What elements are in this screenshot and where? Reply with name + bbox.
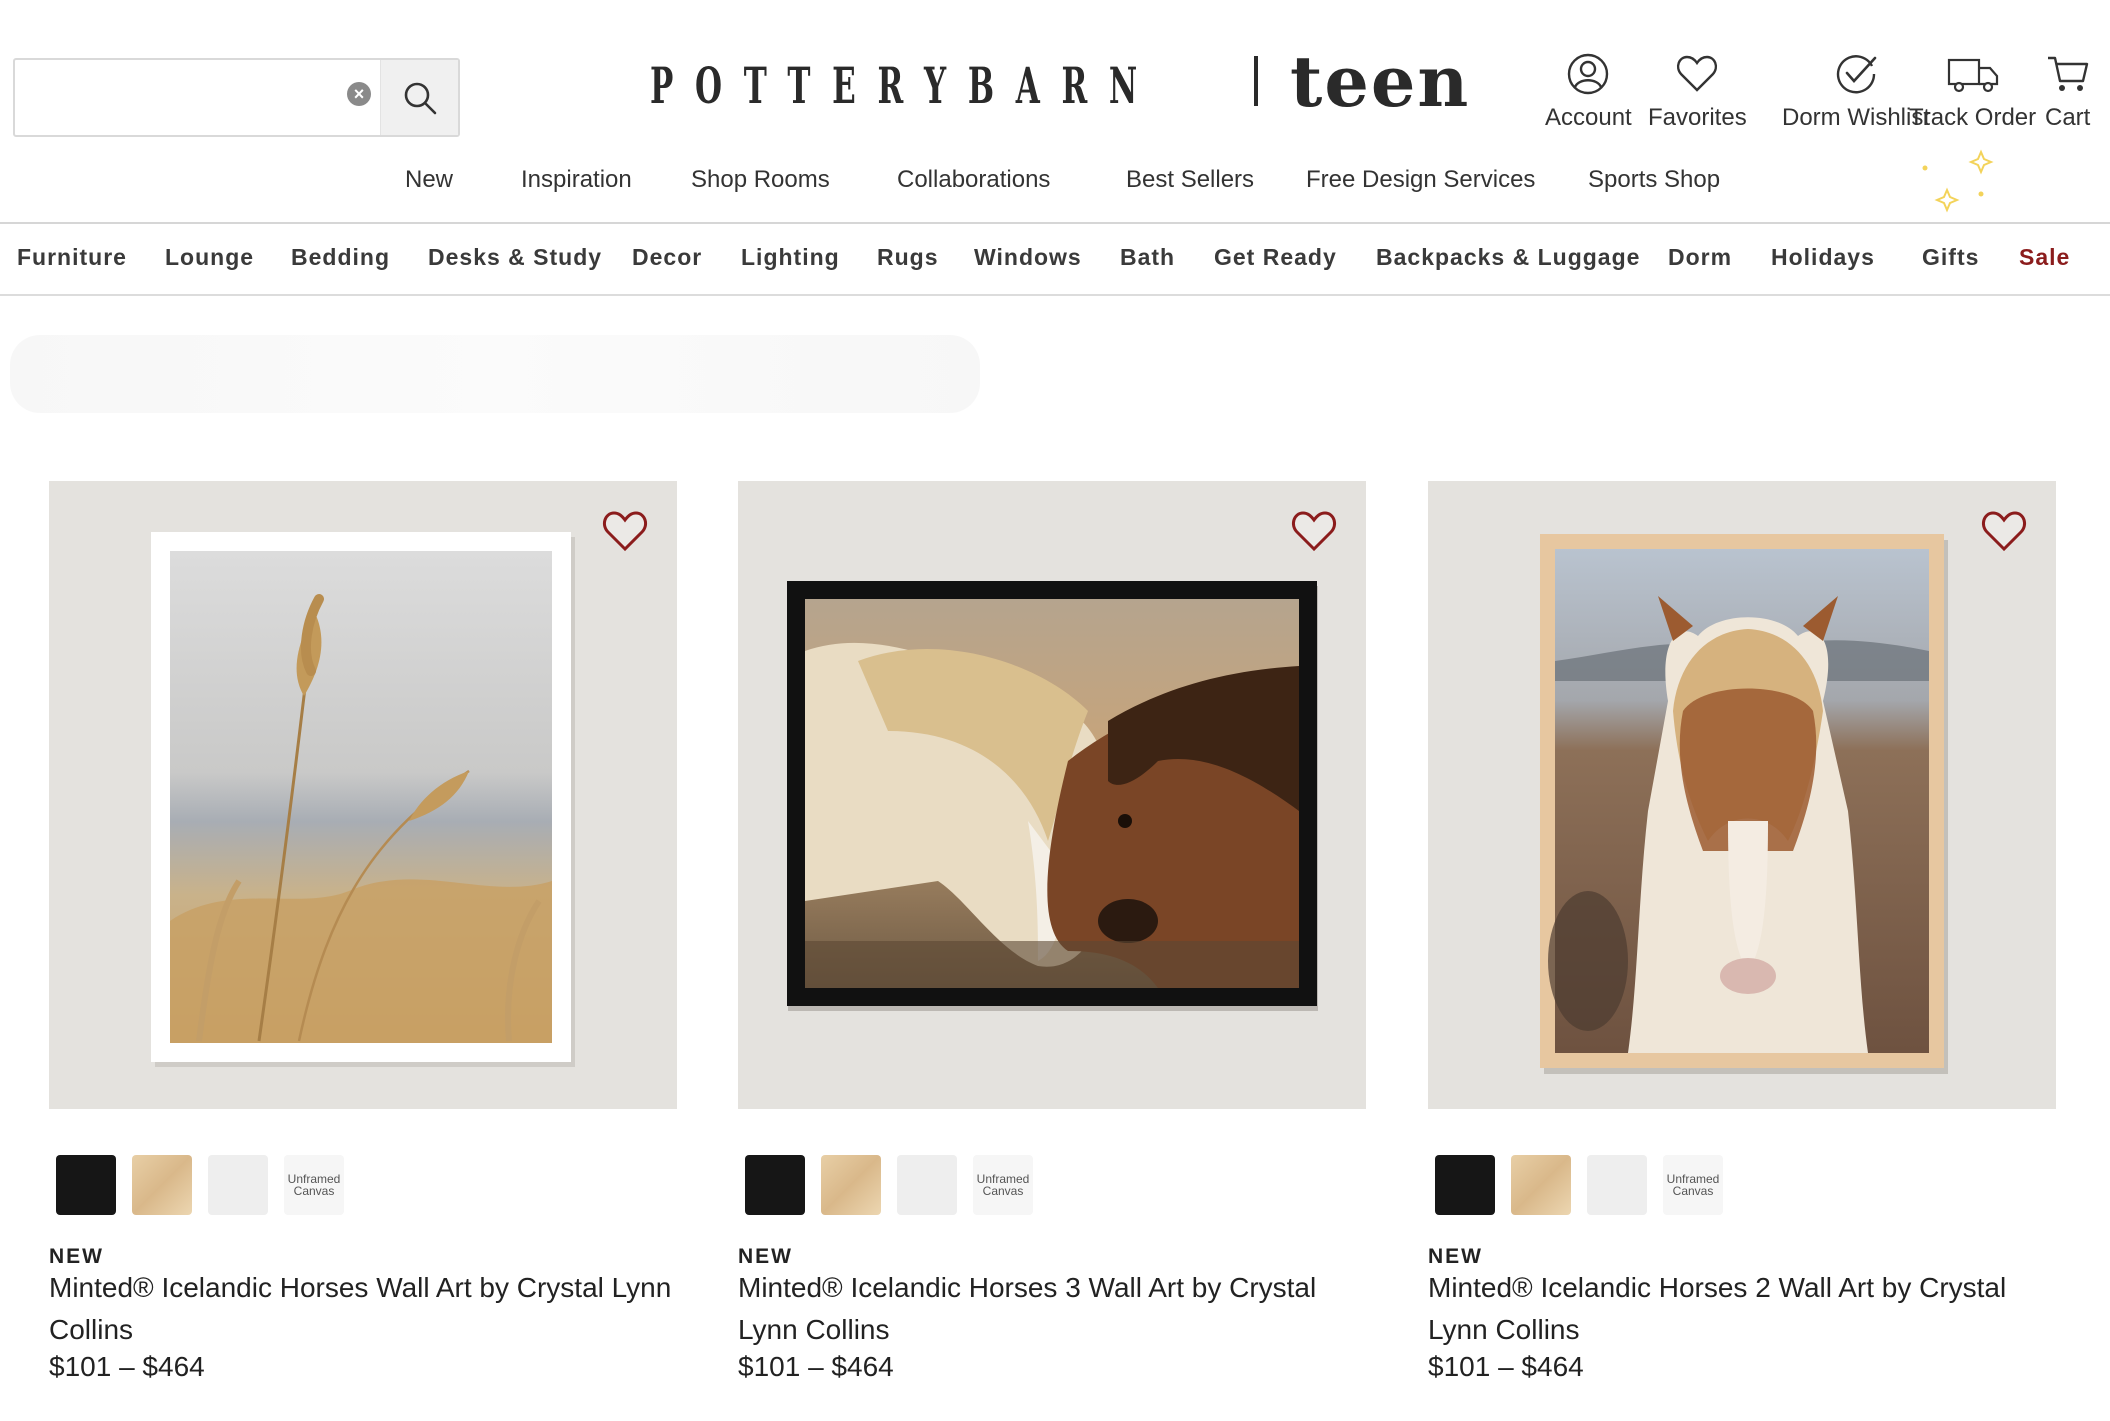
brand-separator [1254,56,1258,106]
swatch-unframed-canvas[interactable]: Unframed Canvas [1663,1155,1723,1215]
favorites-link[interactable]: Favorites [1648,52,1747,132]
new-badge: NEW [49,1245,104,1268]
category-lounge[interactable]: Lounge [165,244,254,271]
heart-icon [1677,55,1718,92]
category-bath[interactable]: Bath [1120,244,1175,271]
product-photo-horse [1540,534,1948,1074]
category-lighting[interactable]: Lighting [741,244,840,271]
dorm-wishlist-label: Dorm Wishlist [1782,104,1930,131]
user-circle-icon [1568,53,1609,95]
swatch-black[interactable] [1435,1155,1495,1215]
product-card[interactable]: Unframed Canvas NEW Minted® Icelandic Ho… [49,481,677,1421]
brand-logo[interactable]: POTTERYBARN teen [650,40,1471,123]
search-bar: × [13,58,460,137]
search-input[interactable] [23,68,343,127]
product-title[interactable]: Minted® Icelandic Horses Wall Art by Cry… [49,1267,689,1351]
color-swatches: Unframed Canvas [1435,1155,1723,1215]
nav-inspiration[interactable]: Inspiration [521,166,632,194]
product-image[interactable] [49,481,677,1109]
search-button[interactable] [380,60,458,135]
search-icon [404,82,436,114]
product-card[interactable]: Unframed Canvas NEW Minted® Icelandic Ho… [738,481,1366,1421]
loading-placeholder [10,335,980,413]
cart-link[interactable]: Cart [2045,52,2090,132]
brand-sub: teen [1290,40,1471,123]
nav-sports-shop[interactable]: Sports Shop [1588,166,1720,194]
swatch-unframed-canvas[interactable]: Unframed Canvas [284,1155,344,1215]
color-swatches: Unframed Canvas [745,1155,1033,1215]
category-holidays[interactable]: Holidays [1771,244,1875,271]
track-order-link[interactable]: Track Order [1909,52,2036,132]
product-title[interactable]: Minted® Icelandic Horses 3 Wall Art by C… [738,1267,1378,1351]
clear-search-icon[interactable]: × [347,82,371,106]
product-image[interactable] [1428,481,2056,1109]
product-photo-two-horses [787,581,1318,1011]
category-sale[interactable]: Sale [2019,244,2070,271]
truck-icon [1947,58,1998,93]
swatch-natural[interactable] [132,1155,192,1215]
product-price: $101 – $464 [1428,1351,1584,1382]
main-nav: New Inspiration Shop Rooms Collaboration… [0,166,2110,202]
new-badge: NEW [738,1245,793,1268]
swatch-white[interactable] [1587,1155,1647,1215]
category-decor[interactable]: Decor [632,244,702,271]
product-photo-grass [151,532,575,1067]
nav-free-design-services[interactable]: Free Design Services [1306,166,1535,194]
nav-collaborations[interactable]: Collaborations [897,166,1050,194]
category-rugs[interactable]: Rugs [877,244,939,271]
account-label: Account [1545,104,1632,131]
cart-icon [2047,56,2088,91]
category-desks-study[interactable]: Desks & Study [428,244,602,271]
swatch-white[interactable] [208,1155,268,1215]
nav-new[interactable]: New [405,166,453,194]
product-price: $101 – $464 [49,1351,205,1382]
category-divider [0,294,2110,296]
dorm-wishlist-link[interactable]: Dorm Wishlist [1782,52,1930,132]
product-price: $101 – $464 [738,1351,894,1382]
swatch-natural[interactable] [1511,1155,1571,1215]
product-image[interactable] [738,481,1366,1109]
new-badge: NEW [1428,1245,1483,1268]
category-furniture[interactable]: Furniture [17,244,127,271]
favorites-label: Favorites [1648,104,1747,131]
category-get-ready[interactable]: Get Ready [1214,244,1337,271]
swatch-black[interactable] [745,1155,805,1215]
account-link[interactable]: Account [1545,52,1632,132]
nav-best-sellers[interactable]: Best Sellers [1126,166,1254,194]
product-title[interactable]: Minted® Icelandic Horses 2 Wall Art by C… [1428,1267,2068,1351]
cart-label: Cart [2045,104,2091,131]
category-bedding[interactable]: Bedding [291,244,390,271]
swatch-unframed-canvas[interactable]: Unframed Canvas [973,1155,1033,1215]
swatch-natural[interactable] [821,1155,881,1215]
category-backpacks-luggage[interactable]: Backpacks & Luggage [1376,244,1640,271]
category-gifts[interactable]: Gifts [1922,244,1979,271]
favorite-heart-icon[interactable] [1980,509,2028,553]
favorite-heart-icon[interactable] [1290,509,1338,553]
brand-name: POTTERYBARN [650,55,1159,115]
category-windows[interactable]: Windows [974,244,1082,271]
swatch-white[interactable] [897,1155,957,1215]
product-card[interactable]: Unframed Canvas NEW Minted® Icelandic Ho… [1428,481,2056,1421]
track-order-label: Track Order [1909,104,2037,131]
check-circle-icon [1836,55,1877,94]
sparkle-icon [1922,149,1994,213]
category-dorm[interactable]: Dorm [1668,244,1732,271]
color-swatches: Unframed Canvas [56,1155,344,1215]
nav-shop-rooms[interactable]: Shop Rooms [691,166,830,194]
swatch-black[interactable] [56,1155,116,1215]
site-header: × POTTERYBARN teen Account Favorites Dor… [0,0,2110,222]
favorite-heart-icon[interactable] [601,509,649,553]
category-nav: Furniture Lounge Bedding Desks & Study D… [0,224,2110,294]
